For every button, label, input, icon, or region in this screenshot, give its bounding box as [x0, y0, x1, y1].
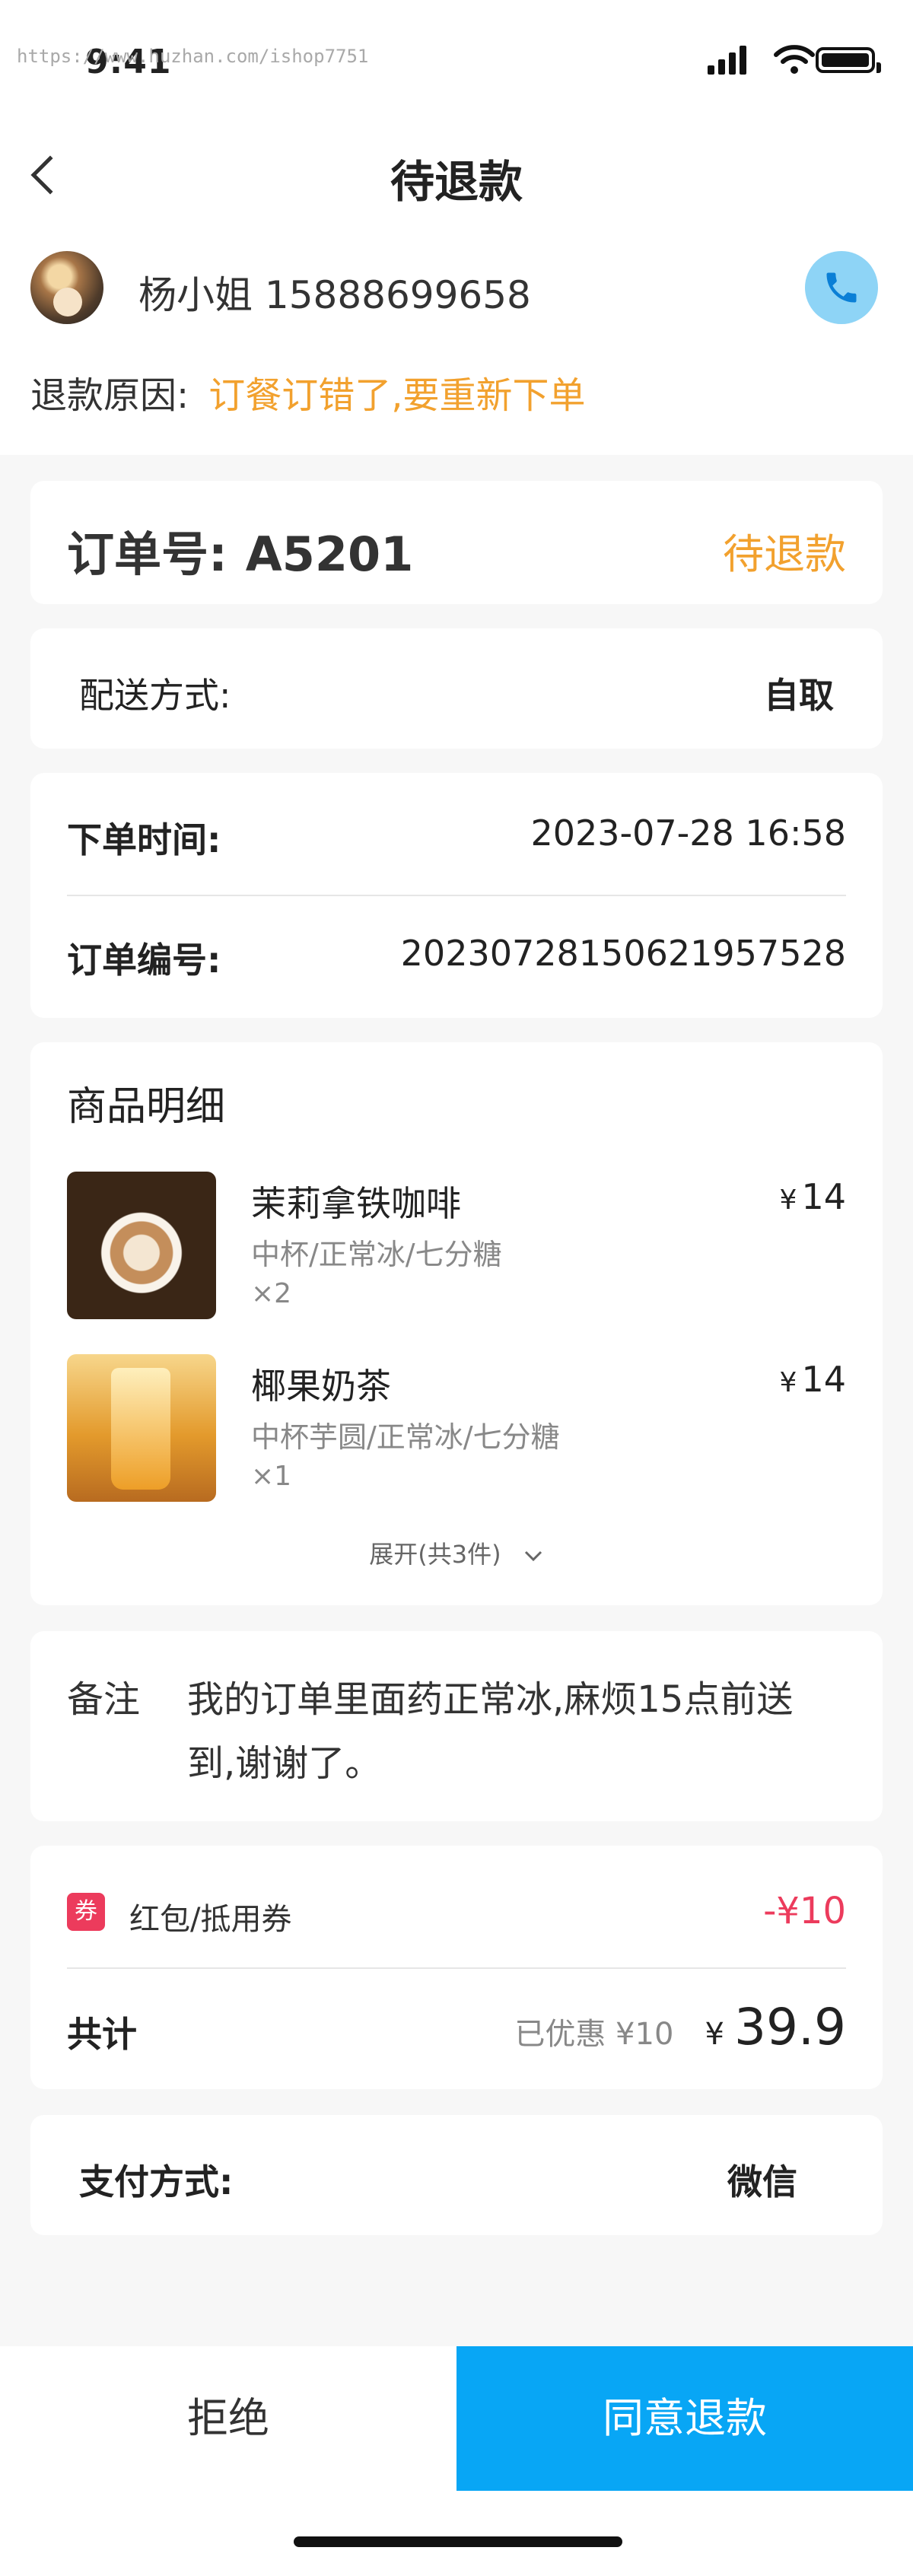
payment-label: 支付方式:	[79, 2161, 234, 2202]
payment-value: 微信	[727, 2161, 797, 2202]
reject-button[interactable]: 拒绝	[0, 2346, 456, 2491]
item-price-value: 14	[801, 1176, 846, 1217]
customer-row: 杨小姐 15888699658	[30, 250, 883, 326]
order-number-card: 订单号: A5201 待退款	[30, 481, 883, 604]
expand-button[interactable]: 展开(共3件)	[30, 1535, 883, 1570]
customer-name-phone: 杨小姐 15888699658	[138, 273, 531, 317]
order-time-row: 下单时间: 2023-07-28 16:58	[67, 813, 846, 863]
currency-symbol: ¥	[779, 1185, 797, 1216]
order-serial-label: 订单编号:	[67, 940, 221, 981]
nav-bar: 待退款	[0, 129, 913, 221]
item-price: ¥14	[780, 1176, 846, 1217]
currency-symbol: ¥	[705, 2017, 724, 2052]
total-label: 共计	[67, 2014, 137, 2055]
home-indicator	[294, 2536, 622, 2547]
avatar	[30, 251, 103, 324]
coupon-value: -¥10	[763, 1890, 846, 1932]
wifi-icon	[774, 45, 815, 74]
signal-icon	[708, 44, 753, 75]
call-button[interactable]	[805, 251, 878, 324]
total-amount: 39.9	[734, 1998, 846, 2056]
item-qty: ×2	[251, 1278, 292, 1309]
payment-row: 支付方式: 微信	[79, 2155, 797, 2205]
order-time-value: 2023-07-28 16:58	[530, 813, 846, 854]
remark-text-line1: 我的订单里面药正常冰,麻烦15点前送	[187, 1678, 794, 1721]
item-price-value: 14	[801, 1359, 846, 1400]
order-status: 待退款	[723, 530, 846, 578]
coupon-badge: 券	[67, 1893, 105, 1931]
delivery-label: 配送方式:	[79, 675, 231, 716]
goods-card: 商品明细 茉莉拿铁咖啡 中杯/正常冰/七分糖 ×2 ¥14 椰果奶茶 中杯芋圆/…	[30, 1042, 883, 1605]
page-title: 待退款	[390, 156, 523, 208]
divider	[67, 895, 846, 896]
milk-tea-image	[67, 1354, 216, 1502]
order-number-row: 订单号: A5201 待退款	[67, 516, 846, 584]
order-serial-row: 订单编号: 20230728150621957528	[67, 933, 846, 983]
expand-label: 展开(共3件)	[369, 1540, 501, 1569]
delivery-value: 自取	[764, 675, 834, 716]
phone-icon	[826, 272, 857, 303]
action-bar: 拒绝 同意退款	[0, 2346, 913, 2491]
watermark-url: https://www.huzhan.com/ishop7751	[17, 46, 369, 67]
item-spec: 中杯芋圆/正常冰/七分糖	[251, 1420, 560, 1454]
remark-card: 备注 我的订单里面药正常冰,麻烦15点前送 到,谢谢了。	[30, 1631, 883, 1821]
payment-card: 支付方式: 微信	[30, 2115, 883, 2235]
discount-text: 已优惠 ¥10	[514, 2017, 674, 2052]
currency-symbol: ¥	[779, 1367, 797, 1398]
delivery-row: 配送方式: 自取	[79, 668, 834, 718]
order-info-card: 下单时间: 2023-07-28 16:58 订单编号: 20230728150…	[30, 773, 883, 1018]
remark-label: 备注	[67, 1678, 141, 1721]
item-name: 茉莉拿铁咖啡	[251, 1183, 461, 1224]
refund-reason: 退款原因: 订餐订错了,要重新下单	[30, 365, 585, 418]
item-price: ¥14	[780, 1359, 846, 1400]
refund-reason-label: 退款原因:	[30, 374, 189, 417]
order-number-label: 订单号:	[67, 526, 227, 582]
status-bar: 9:41 https://www.huzhan.com/ishop7751	[0, 0, 913, 114]
delivery-card: 配送方式: 自取	[30, 628, 883, 749]
order-serial-value: 20230728150621957528	[400, 933, 846, 974]
coupon-label: 红包/抵用券	[129, 1902, 292, 1937]
coffee-image	[67, 1172, 216, 1319]
agree-refund-button[interactable]: 同意退款	[456, 2346, 913, 2491]
order-number: A5201	[245, 526, 414, 582]
item-name: 椰果奶茶	[251, 1366, 391, 1407]
header-section: 9:41 https://www.huzhan.com/ishop7751 待退…	[0, 0, 913, 455]
chevron-down-icon	[524, 1550, 542, 1562]
home-indicator-area	[0, 2491, 913, 2576]
remark-text-line2: 到,谢谢了。	[187, 1742, 382, 1785]
refund-reason-text: 订餐订错了,要重新下单	[208, 374, 586, 417]
divider	[67, 1967, 846, 1969]
battery-icon	[816, 47, 881, 73]
total-row: 已优惠 ¥10 ¥ 39.9	[514, 1998, 846, 2056]
item-spec: 中杯/正常冰/七分糖	[251, 1238, 502, 1271]
price-card: 券 红包/抵用券 -¥10 共计 已优惠 ¥10 ¥ 39.9	[30, 1846, 883, 2089]
goods-title: 商品明细	[67, 1084, 226, 1130]
item-qty: ×1	[251, 1461, 292, 1492]
order-time-label: 下单时间:	[67, 819, 221, 860]
